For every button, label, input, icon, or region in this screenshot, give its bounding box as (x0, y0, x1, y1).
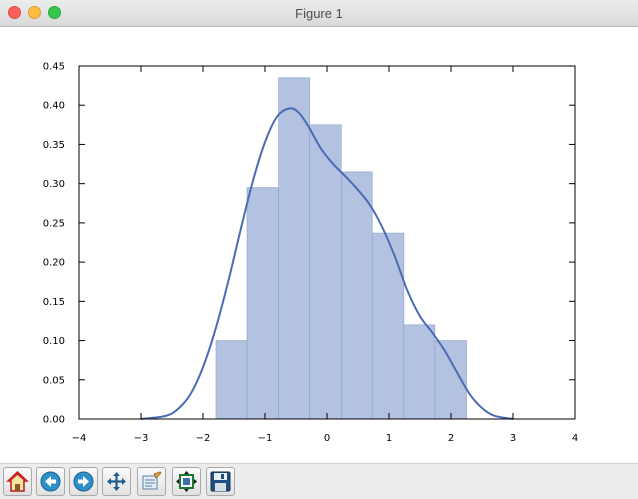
y-tick-label: 0.00 (43, 415, 65, 426)
histogram-bar-7 (403, 324, 436, 420)
y-tick-label: 0.40 (43, 101, 65, 112)
x-tick-label: −3 (134, 433, 149, 444)
x-tick-label: −2 (196, 433, 211, 444)
save-button[interactable] (206, 467, 235, 496)
y-tick-label: 0.20 (43, 258, 65, 269)
navigation-toolbar (0, 463, 638, 499)
configure-subplots-button[interactable] (172, 467, 201, 496)
title-bar[interactable]: Figure 1 (0, 0, 638, 27)
x-tick-label: 3 (510, 433, 516, 444)
histogram-bar-1 (215, 340, 248, 420)
figure-window: Figure 1 −4 −3 −2 −1 0 1 2 3 4 0.00 0.05 0.10 0.15 0… (0, 0, 638, 499)
forward-button[interactable] (69, 467, 98, 496)
y-tick-label: 0.10 (43, 336, 65, 347)
save-floppy-icon (210, 471, 231, 492)
x-tick-label: 4 (572, 433, 578, 444)
back-button[interactable] (36, 467, 65, 496)
back-arrow-icon (40, 471, 61, 492)
zoom-rect-button[interactable] (137, 467, 166, 496)
home-icon (6, 470, 29, 492)
x-tick-label: −4 (72, 433, 87, 444)
forward-arrow-icon (73, 471, 94, 492)
window-title: Figure 1 (295, 6, 343, 21)
y-tick-label: 0.30 (43, 179, 65, 190)
histogram-bar-6 (371, 232, 405, 420)
zoom-rect-icon (142, 471, 162, 490)
chart: −4 −3 −2 −1 0 1 2 3 4 0.00 0.05 0.10 0.15 0.20 0.25 0.… (43, 62, 578, 445)
home-button[interactable] (3, 467, 32, 496)
y-tick-label: 0.05 (43, 375, 65, 386)
x-tick-label: −1 (258, 433, 273, 444)
histogram-bar-2 (246, 187, 279, 420)
y-tick-label: 0.25 (43, 218, 65, 229)
pan-button[interactable] (102, 467, 131, 496)
configure-subplots-icon (176, 471, 197, 492)
pan-move-icon (107, 472, 126, 491)
x-tick-label: 2 (448, 433, 454, 444)
y-tick-label: 0.15 (43, 297, 65, 308)
x-tick-label: 1 (386, 433, 392, 444)
y-tick-label: 0.35 (43, 140, 65, 151)
x-tick-label: 0 (324, 433, 330, 444)
figure-canvas[interactable]: −4 −3 −2 −1 0 1 2 3 4 0.00 0.05 0.10 0.15 0.20 0.25 0.… (0, 27, 638, 463)
histogram-bar-5 (340, 171, 373, 420)
histogram-bar-3 (278, 77, 310, 420)
y-tick-label: 0.45 (43, 62, 65, 73)
